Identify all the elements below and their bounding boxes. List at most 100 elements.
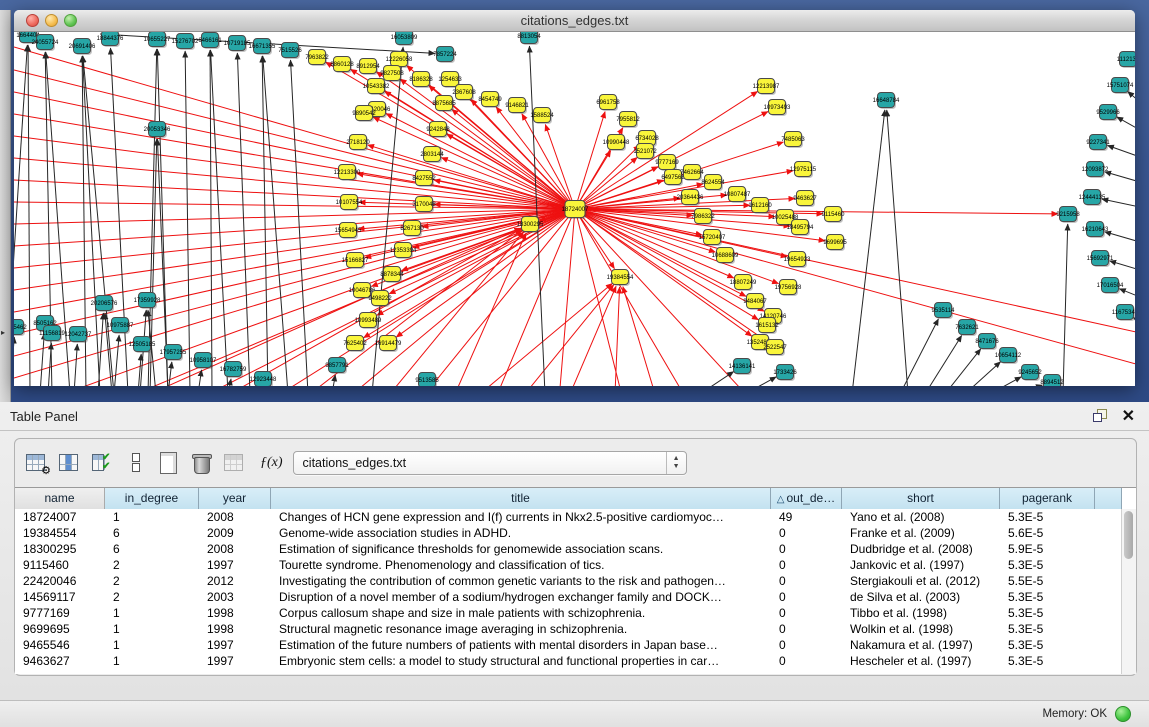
table-source-select[interactable]: citations_edges.txt ▲▼: [293, 451, 687, 475]
citation-edge-red[interactable]: [14, 209, 575, 356]
citation-edge-black[interactable]: [157, 49, 168, 386]
citation-edge-black[interactable]: [48, 343, 51, 386]
memory-status-icon[interactable]: [1115, 706, 1131, 722]
citation-edge-black[interactable]: [1102, 199, 1135, 207]
graph-node-label: 11156819: [39, 331, 65, 337]
table-row[interactable]: 946554611997Estimation of the future num…: [15, 637, 1122, 653]
citation-edge-black[interactable]: [1105, 232, 1135, 242]
citation-edge-black[interactable]: [887, 110, 908, 386]
citation-edge-black[interactable]: [228, 379, 231, 386]
graph-node-label: 3170048: [412, 202, 436, 208]
citation-edge-black[interactable]: [114, 335, 119, 386]
citation-edge-red[interactable]: [455, 233, 526, 386]
citation-edge-black[interactable]: [28, 45, 30, 386]
table-row[interactable]: 1872400712008Changes of HCN gene express…: [15, 509, 1122, 525]
scrollbar-thumb[interactable]: [1124, 511, 1133, 559]
graph-node-label: 10990448: [603, 140, 630, 146]
citation-edge-black[interactable]: [40, 333, 44, 386]
select-all-rows-icon[interactable]: ✔✔: [91, 451, 115, 475]
modify-table-icon[interactable]: ⚙: [25, 451, 49, 475]
citation-edge-red[interactable]: [373, 117, 575, 209]
table-row[interactable]: 2242004622012Investigating the contribut…: [15, 573, 1122, 589]
citation-edge-black[interactable]: [925, 335, 962, 386]
citation-edge-black[interactable]: [1119, 289, 1135, 297]
table-cell: 2: [105, 557, 199, 573]
column-header-out_de…[interactable]: △out_de…: [771, 488, 842, 509]
citation-edge-black[interactable]: [1063, 224, 1068, 386]
left-panel-splitter[interactable]: ▸: [0, 10, 11, 402]
graph-node-label: 6466161: [198, 38, 222, 44]
citation-edge-black[interactable]: [1105, 172, 1135, 182]
citation-edge-black[interactable]: [237, 53, 250, 386]
expand-panel-icon[interactable]: ▸: [1, 328, 5, 337]
citation-edge-black[interactable]: [990, 377, 1021, 386]
table-row[interactable]: 946362711997Embryonic stem cells: a mode…: [15, 653, 1122, 669]
window-titlebar[interactable]: citations_edges.txt: [14, 10, 1135, 32]
citation-edge-black[interactable]: [262, 56, 268, 386]
graph-node-label: 7632621: [955, 325, 979, 331]
citation-network-graph[interactable]: 7963822886012889129541222605898275081054…: [14, 32, 1135, 386]
citation-edge-black[interactable]: [210, 50, 212, 386]
citation-edge-black[interactable]: [965, 362, 1001, 386]
column-header-pagerank[interactable]: pagerank: [1000, 488, 1095, 509]
citation-edge-black[interactable]: [185, 51, 190, 386]
import-table-icon[interactable]: [223, 451, 247, 475]
citation-edge-red[interactable]: [480, 283, 612, 386]
citation-edge-red[interactable]: [615, 287, 620, 386]
citation-edge-red[interactable]: [575, 209, 779, 284]
citation-edge-black[interactable]: [1117, 117, 1135, 130]
column-header-title[interactable]: title: [271, 488, 771, 509]
float-panel-icon[interactable]: [1093, 409, 1107, 422]
node-table[interactable]: namein_degreeyeartitle△out_de…shortpager…: [15, 487, 1136, 674]
graph-node-label: 16053809: [391, 35, 418, 41]
table-cell: Jankovic et al. (1997): [842, 557, 1000, 573]
table-cell: 9115460: [15, 557, 105, 573]
graph-node-label: 9242848: [426, 127, 450, 133]
citation-edge-black[interactable]: [74, 344, 77, 386]
table-panel-header: Table Panel ✕: [0, 402, 1149, 431]
citation-edge-black[interactable]: [900, 319, 938, 386]
network-desktop: ▸ citations_edges.txt 796382288601288912…: [0, 0, 1149, 402]
citation-edge-black[interactable]: [1015, 385, 1042, 386]
column-header-year[interactable]: year: [199, 488, 271, 509]
citation-edge-black[interactable]: [291, 60, 308, 386]
citation-edge-black[interactable]: [852, 110, 885, 386]
column-header-name[interactable]: name: [15, 488, 105, 509]
graph-node-label: 12923448: [250, 377, 277, 383]
citation-edge-red[interactable]: [570, 286, 616, 386]
graph-node-label: 10543382: [363, 84, 390, 90]
function-builder-icon[interactable]: ƒ(x): [260, 455, 283, 471]
table-row[interactable]: 911546021997Tourette syndrome. Phenomeno…: [15, 557, 1122, 573]
citation-edge-red[interactable]: [575, 209, 1135, 364]
select-columns-icon[interactable]: [58, 451, 82, 475]
citation-edge-black[interactable]: [168, 362, 172, 386]
table-row[interactable]: 1938455462009Genome-wide association stu…: [15, 525, 1122, 541]
citation-edge-red[interactable]: [575, 209, 758, 320]
citation-edge-red[interactable]: [575, 209, 764, 311]
citation-edge-black[interactable]: [1110, 261, 1135, 270]
column-header-in_degree[interactable]: in_degree: [105, 488, 199, 509]
vertical-scrollbar[interactable]: [1121, 509, 1136, 674]
clear-selection-icon[interactable]: [124, 451, 148, 475]
citation-edge-black[interactable]: [98, 313, 103, 386]
table-row[interactable]: 1830029562008Estimation of significance …: [15, 541, 1122, 557]
table-row[interactable]: 1456911722003Disruption of a novel membe…: [15, 589, 1122, 605]
table-cell: Investigating the contribution of common…: [271, 573, 771, 589]
table-cell: 2003: [199, 589, 271, 605]
citation-edge-red[interactable]: [14, 202, 575, 209]
close-panel-icon[interactable]: ✕: [1122, 406, 1135, 426]
citation-edge-red[interactable]: [525, 285, 614, 386]
network-canvas[interactable]: 7963822886012889129541222605898275081054…: [14, 32, 1135, 386]
citation-edge-black[interactable]: [745, 377, 776, 386]
new-table-icon[interactable]: [157, 451, 181, 475]
table-cell: 1998: [199, 621, 271, 637]
column-header-short[interactable]: short: [842, 488, 1000, 509]
table-row[interactable]: 977716911998Corpus callosum shape and si…: [15, 605, 1122, 621]
citation-edge-red[interactable]: [560, 209, 575, 386]
citation-edge-black[interactable]: [1107, 145, 1135, 157]
citation-edge-black[interactable]: [700, 372, 734, 386]
graph-node-label: 24055724: [32, 40, 59, 46]
column-header-spacer[interactable]: [1095, 488, 1122, 509]
table-row[interactable]: 969969511998Structural magnetic resonanc…: [15, 621, 1122, 637]
delete-table-icon[interactable]: [190, 451, 214, 475]
